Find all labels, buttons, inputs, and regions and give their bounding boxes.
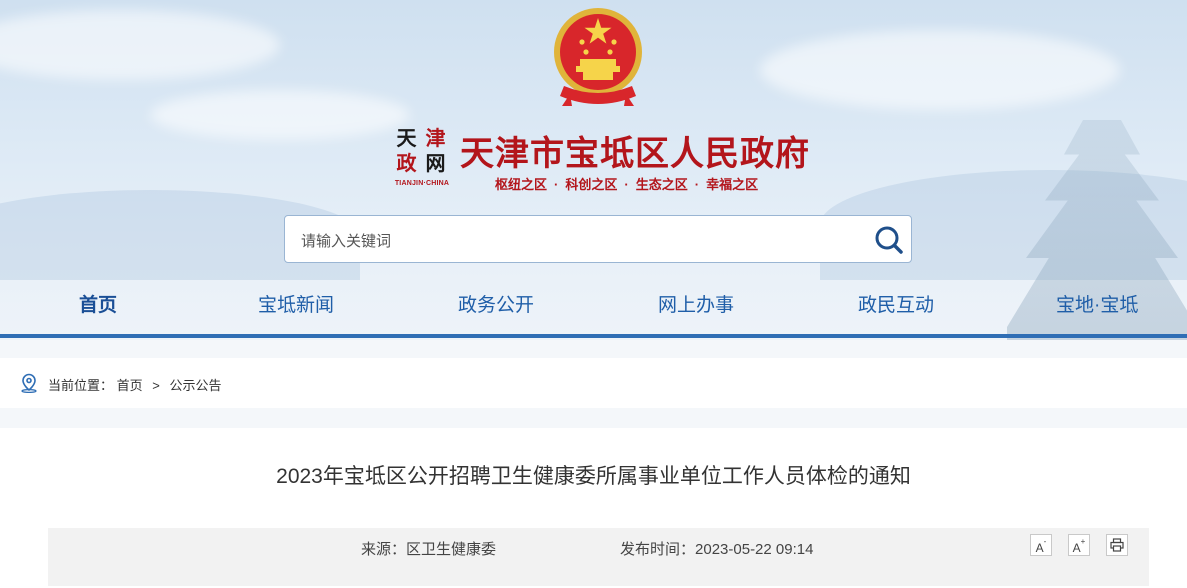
seal-char: 网 — [425, 151, 446, 175]
font-increase-mark: + — [1080, 537, 1086, 546]
seal-char: 天 — [396, 126, 417, 150]
slogan-item: 生态之区 — [635, 177, 688, 192]
slogan-item: 枢纽之区 — [495, 177, 548, 192]
time-value: 2023-05-22 09:14 — [695, 541, 814, 558]
article-title: 2023年宝坻区公开招聘卫生健康委所属事业单位工作人员体检的通知 — [276, 465, 911, 488]
source-label: 来源： — [361, 541, 407, 558]
article-meta: 来源：区卫生健康委 发布时间：2023-05-22 09:14 A- A+ — [48, 528, 1149, 586]
breadcrumb-prefix: 当前位置： — [48, 378, 114, 393]
slogan-item: 科创之区 — [565, 177, 618, 192]
slogan-separator: · — [624, 177, 629, 192]
breadcrumb-link-notices[interactable]: 公示公告 — [170, 378, 222, 393]
print-icon — [1110, 538, 1124, 552]
seal-char: 津 — [425, 126, 446, 150]
nav-item-government-affairs[interactable]: 政务公开 — [458, 290, 534, 317]
article: 2023年宝坻区公开招聘卫生健康委所属事业单位工作人员体检的通知 来源：区卫生健… — [0, 428, 1187, 588]
nav-item-interaction[interactable]: 政民互动 — [858, 290, 934, 317]
city-seal-logo: 天 津 政 网 — [392, 126, 450, 176]
nav-item-baodi[interactable]: 宝地·宝坻 — [1056, 290, 1138, 317]
font-increase-letter: A — [1072, 541, 1081, 555]
font-increase-button[interactable]: A+ — [1068, 534, 1090, 556]
font-decrease-button[interactable]: A- — [1030, 534, 1052, 556]
site-title: 天津市宝坻区人民政府 — [460, 134, 810, 174]
search-icon[interactable] — [873, 224, 905, 256]
site-slogan: 枢纽之区 · 科创之区 · 生态之区 · 幸福之区 — [495, 174, 758, 193]
print-button[interactable] — [1106, 534, 1128, 556]
article-source: 来源：区卫生健康委 — [361, 538, 496, 559]
breadcrumb-separator: > — [152, 378, 160, 393]
article-publish-time: 发布时间：2023-05-22 09:14 — [620, 538, 813, 559]
font-decrease-letter: A — [1035, 541, 1044, 555]
nav-divider — [0, 334, 1187, 338]
national-emblem-icon — [554, 8, 642, 106]
font-decrease-mark: - — [1043, 537, 1047, 546]
site-header: 天 津 政 网 TIANJIN·CHINA 天津市宝坻区人民政府 枢纽之区 · 科创… — [0, 0, 1187, 340]
slogan-separator: · — [554, 177, 559, 192]
search-input[interactable] — [299, 228, 863, 254]
source-value: 区卫生健康委 — [406, 541, 497, 558]
main-nav: 首页 宝坻新闻 政务公开 网上办事 政民互动 宝地·宝坻 — [0, 290, 1187, 322]
nav-item-home[interactable]: 首页 — [79, 290, 117, 317]
slogan-separator: · — [694, 177, 700, 192]
cloud-decoration — [150, 90, 410, 140]
nav-item-news[interactable]: 宝坻新闻 — [258, 290, 334, 317]
seal-char: 政 — [396, 151, 417, 175]
time-label: 发布时间： — [620, 541, 696, 558]
location-pin-icon — [21, 373, 37, 393]
breadcrumb: 当前位置： 首页 > 公示公告 — [0, 358, 1187, 408]
seal-english-label: TIANJIN·CHINA — [394, 180, 450, 187]
cloud-decoration — [0, 10, 280, 80]
cloud-decoration — [760, 30, 1120, 110]
breadcrumb-link-home[interactable]: 首页 — [117, 378, 143, 393]
search-box — [284, 215, 912, 263]
slogan-item: 幸福之区 — [706, 177, 759, 192]
nav-item-online-services[interactable]: 网上办事 — [658, 290, 734, 317]
breadcrumb-trail: 当前位置： 首页 > 公示公告 — [48, 375, 222, 394]
